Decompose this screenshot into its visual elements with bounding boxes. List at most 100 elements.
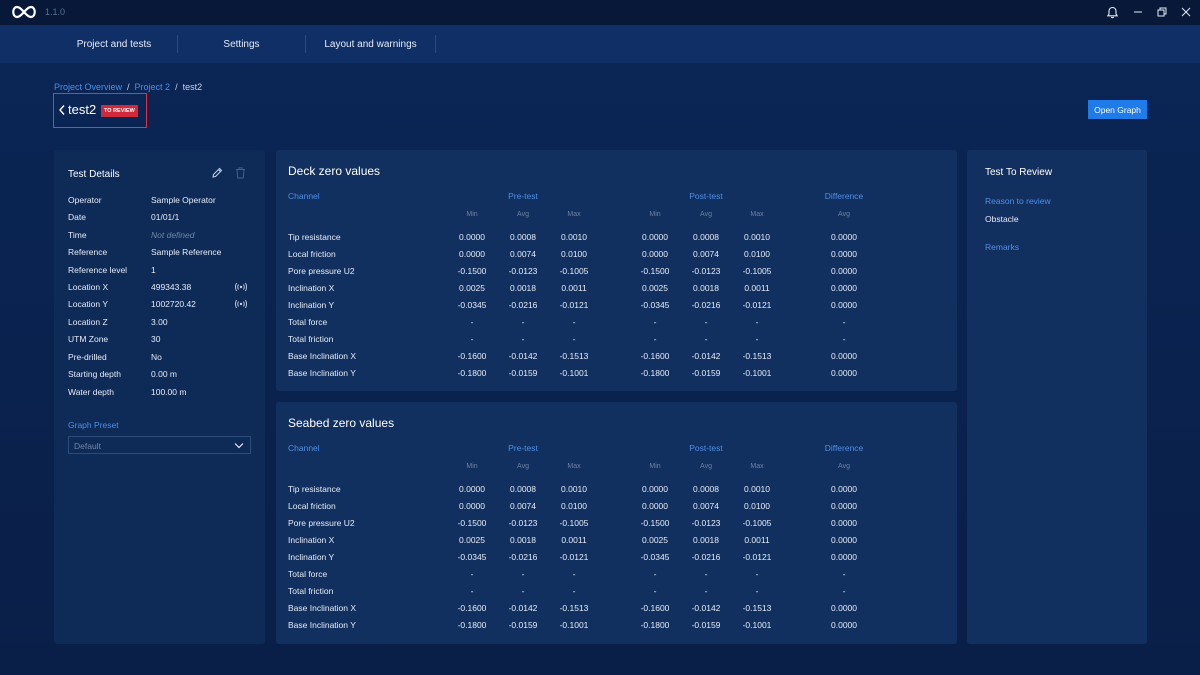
table-cell: -0.1513 <box>559 603 589 613</box>
notifications-bell-icon[interactable] <box>1104 4 1120 20</box>
table-cell: - <box>755 317 759 327</box>
table-cell: - <box>755 586 759 596</box>
table-row-channel: Inclination X <box>288 535 335 545</box>
table-cell: -0.0142 <box>508 603 538 613</box>
table-cell: -0.0216 <box>508 300 538 310</box>
detail-value-reference-level: 1 <box>151 265 156 275</box>
restore-icon[interactable] <box>1154 4 1170 20</box>
breadcrumb-project-overview[interactable]: Project Overview <box>54 82 122 92</box>
detail-value-operator: Sample Operator <box>151 195 216 205</box>
column-subheader-min: Min <box>466 211 478 218</box>
table-cell: -0.0345 <box>457 300 487 310</box>
table-cell: -0.1005 <box>742 518 772 528</box>
table-cell: -0.0345 <box>640 552 670 562</box>
column-header-post: Post-test <box>689 443 723 453</box>
table-cell: 0.0008 <box>510 232 536 242</box>
tab-project-and-tests[interactable]: Project and tests <box>58 25 170 63</box>
detail-value-location-y: 1002720.42 <box>151 299 196 309</box>
detail-value-water-depth: 100.00 m <box>151 387 187 397</box>
column-subheader-avg: Avg <box>838 211 850 218</box>
table-cell: 0.0018 <box>510 535 536 545</box>
detail-value-location-z: 3.00 <box>151 317 168 327</box>
table-cell: -0.1005 <box>559 518 589 528</box>
table-cell: -0.0142 <box>508 351 538 361</box>
table-cell: -0.1500 <box>457 518 487 528</box>
close-icon[interactable] <box>1178 4 1194 20</box>
table-row-channel: Total friction <box>288 334 334 344</box>
table-cell: 0.0025 <box>642 535 668 545</box>
detail-label-location-x: Location X <box>68 282 109 292</box>
table-cell: -0.1001 <box>742 620 772 630</box>
main-nav: Project and tests Settings Layout and wa… <box>0 25 1200 63</box>
detail-value-utm-zone: 30 <box>151 334 161 344</box>
table-cell: - <box>842 317 846 327</box>
table-cell: 0.0010 <box>744 232 770 242</box>
table-cell: 0.0010 <box>561 484 587 494</box>
detail-label-water-depth: Water depth <box>68 387 114 397</box>
delete-trash-icon[interactable] <box>235 167 246 179</box>
table-row-channel: Tip resistance <box>288 484 341 494</box>
detail-label-starting-depth: Starting depth <box>68 369 121 379</box>
table-row-channel: Total friction <box>288 586 334 596</box>
back-chevron-icon[interactable] <box>58 104 66 116</box>
open-graph-button[interactable]: Open Graph <box>1088 100 1147 119</box>
table-row-channel: Base Inclination Y <box>288 368 356 378</box>
table-cell: -0.1800 <box>457 620 487 630</box>
table-cell: 0.0018 <box>693 283 719 293</box>
column-subheader-avg: Avg <box>517 211 529 218</box>
table-cell: -0.0159 <box>508 368 538 378</box>
table-cell: 0.0008 <box>693 232 719 242</box>
column-subheader-max: Max <box>567 211 581 218</box>
table-cell: -0.1800 <box>457 368 487 378</box>
table-cell: -0.1005 <box>559 266 589 276</box>
table-cell: 0.0000 <box>831 620 857 630</box>
table-cell: 0.0000 <box>459 484 485 494</box>
table-cell: -0.1513 <box>742 603 772 613</box>
table-cell: - <box>572 586 576 596</box>
table-cell: 0.0000 <box>642 484 668 494</box>
table-cell: -0.1600 <box>457 351 487 361</box>
table-cell: 0.0000 <box>642 501 668 511</box>
detail-value-pre-drilled: No <box>151 352 162 362</box>
edit-pencil-icon[interactable] <box>211 167 223 179</box>
breadcrumb-separator: / <box>127 82 130 92</box>
table-cell: -0.0216 <box>691 552 721 562</box>
seabed-title: Seabed zero values <box>288 416 395 430</box>
graph-preset-select[interactable]: Default <box>68 436 251 454</box>
table-cell: 0.0008 <box>510 484 536 494</box>
gps-signal-icon[interactable] <box>234 299 248 309</box>
table-cell: 0.0010 <box>744 484 770 494</box>
title-bar: 1.1.0 <box>0 0 1200 25</box>
table-cell: 0.0000 <box>831 603 857 613</box>
detail-value-time: Not defined <box>151 230 195 240</box>
table-row-channel: Pore pressure U2 <box>288 518 355 528</box>
gps-signal-icon[interactable] <box>234 282 248 292</box>
detail-value-date: 01/01/1 <box>151 212 180 222</box>
table-cell: - <box>704 334 708 344</box>
table-cell: -0.0123 <box>508 266 538 276</box>
table-row-channel: Inclination Y <box>288 300 335 310</box>
table-cell: -0.0345 <box>640 300 670 310</box>
table-cell: -0.0123 <box>691 518 721 528</box>
table-cell: -0.1500 <box>640 266 670 276</box>
table-cell: 0.0000 <box>831 484 857 494</box>
table-cell: - <box>521 586 525 596</box>
tab-layout-and-warnings[interactable]: Layout and warnings <box>312 25 429 63</box>
chevron-down-icon <box>234 443 244 449</box>
table-cell: -0.0216 <box>691 300 721 310</box>
table-cell: -0.1800 <box>640 620 670 630</box>
detail-label-location-y: Location Y <box>68 299 109 309</box>
column-subheader-avg: Avg <box>700 463 712 470</box>
table-cell: 0.0011 <box>744 535 770 545</box>
table-row-channel: Base Inclination X <box>288 603 357 613</box>
table-cell: -0.0159 <box>691 620 721 630</box>
table-row-channel: Total force <box>288 569 328 579</box>
table-cell: 0.0100 <box>561 249 587 259</box>
table-cell: 0.0000 <box>831 501 857 511</box>
table-row-channel: Inclination X <box>288 283 335 293</box>
table-cell: -0.0159 <box>691 368 721 378</box>
tab-settings[interactable]: Settings <box>184 25 299 63</box>
breadcrumb-project-2[interactable]: Project 2 <box>135 82 171 92</box>
minimize-icon[interactable] <box>1130 4 1146 20</box>
column-header-pre: Pre-test <box>508 191 538 201</box>
